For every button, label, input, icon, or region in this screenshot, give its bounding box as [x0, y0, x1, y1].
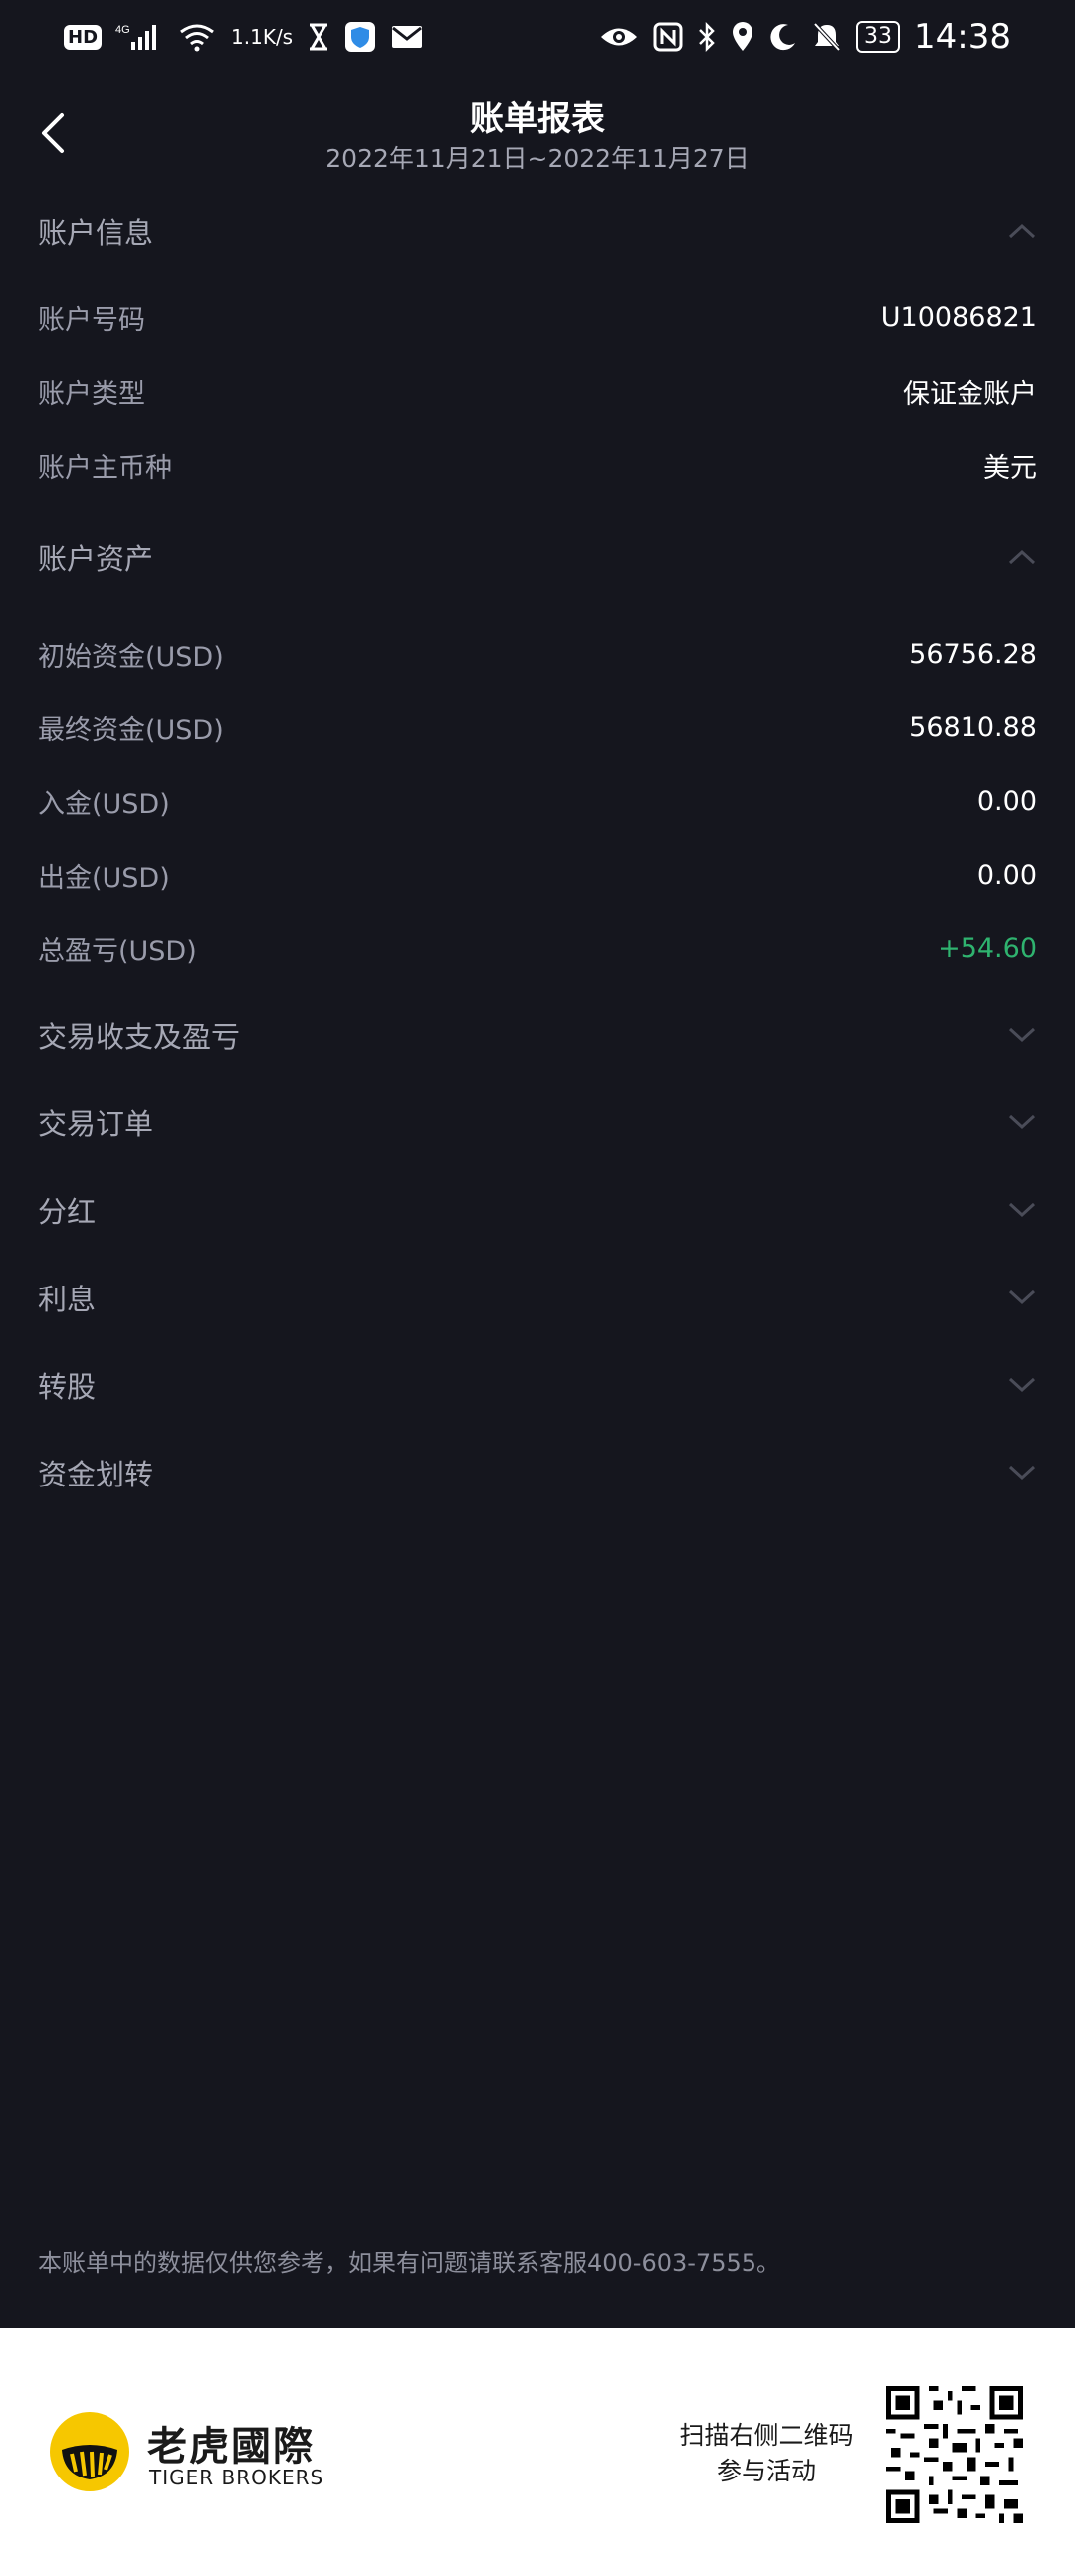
asset-row-opening-balance: 初始资金(USD) 56756.28: [0, 617, 1075, 691]
chevron-down-icon: [1008, 1377, 1036, 1393]
row-label: 账户号码: [38, 304, 145, 336]
chevron-down-icon: [1008, 1465, 1036, 1481]
report-content: 账户信息 账户号码 U10086821 账户类型 保证金账户 账户主币种 美元 …: [0, 181, 1075, 1516]
section-trade-orders[interactable]: 交易订单: [0, 1079, 1075, 1166]
status-time: 14:38: [914, 17, 1011, 57]
row-label: 入金(USD): [38, 788, 170, 820]
chevron-down-icon: [1008, 1027, 1036, 1043]
chevron-up-icon: [1008, 549, 1036, 565]
row-value: 0.00: [976, 859, 1037, 891]
scan-line-2: 参与活动: [716, 2457, 816, 2485]
tiger-logo-icon: [50, 2412, 129, 2491]
section-title: 账户信息: [38, 216, 154, 250]
chevron-up-icon: [1008, 223, 1036, 239]
row-value: U10086821: [880, 301, 1037, 333]
qr-code-icon: [886, 2386, 1023, 2523]
section-title: 交易收支及盈亏: [38, 1020, 241, 1054]
info-row-account-number: 账户号码 U10086821: [0, 281, 1075, 354]
section-dividends[interactable]: 分红: [0, 1166, 1075, 1254]
location-icon: [731, 21, 754, 53]
bluetooth-icon: [697, 21, 717, 53]
mute-icon: [812, 21, 842, 53]
row-value: 56756.28: [909, 638, 1037, 670]
nfc-icon: [653, 22, 683, 52]
row-value: 保证金账户: [903, 378, 1037, 410]
row-label: 账户类型: [38, 378, 145, 410]
moon-icon: [768, 22, 798, 52]
chevron-down-icon: [1008, 1289, 1036, 1305]
asset-row-total-pnl: 总盈亏(USD) +54.60: [0, 911, 1075, 985]
row-value: 0.00: [976, 785, 1037, 817]
account-info-rows: 账户号码 U10086821 账户类型 保证金账户 账户主币种 美元: [0, 281, 1075, 507]
section-account-assets[interactable]: 账户资产: [0, 507, 1075, 607]
wifi-icon: [177, 22, 217, 52]
section-interest[interactable]: 利息: [0, 1254, 1075, 1341]
chevron-down-icon: [1008, 1202, 1036, 1218]
scan-line-1: 扫描右侧二维码: [679, 2421, 854, 2450]
eye-icon: [599, 24, 639, 50]
section-fund-transfer[interactable]: 资金划转: [0, 1429, 1075, 1516]
row-value: 56810.88: [909, 711, 1037, 743]
asset-row-deposit: 入金(USD) 0.00: [0, 764, 1075, 838]
row-label: 最终资金(USD): [38, 714, 224, 746]
section-title: 利息: [38, 1283, 97, 1316]
chevron-down-icon: [1008, 1114, 1036, 1130]
section-account-info[interactable]: 账户信息: [0, 181, 1075, 281]
section-title: 账户资产: [38, 542, 154, 576]
row-label: 初始资金(USD): [38, 641, 224, 673]
section-share-transfer[interactable]: 转股: [0, 1341, 1075, 1429]
asset-row-withdrawal: 出金(USD) 0.00: [0, 838, 1075, 911]
section-trade-pnl[interactable]: 交易收支及盈亏: [0, 991, 1075, 1079]
row-label: 出金(USD): [38, 862, 170, 893]
section-title: 转股: [38, 1370, 97, 1404]
mail-icon: [390, 24, 424, 50]
net-type-label: 4G: [115, 24, 130, 36]
section-title: 分红: [38, 1195, 97, 1229]
battery-icon: 33: [856, 21, 901, 53]
brand-name-en: TIGER BROKERS: [149, 2466, 324, 2489]
net-speed-unit: K/s: [262, 25, 294, 49]
net-speed: 1.1 K/s: [231, 26, 293, 48]
pnl-value: +54.60: [938, 932, 1037, 964]
promo-footer: 老虎國際 TIGER BROKERS 扫描右侧二维码 参与活动: [0, 2328, 1075, 2576]
info-row-account-type: 账户类型 保证金账户: [0, 354, 1075, 428]
asset-row-closing-balance: 最终资金(USD) 56810.88: [0, 691, 1075, 764]
date-range: 2022年11月21日~2022年11月27日: [325, 144, 750, 173]
info-row-base-currency: 账户主币种 美元: [0, 428, 1075, 501]
hourglass-icon: [307, 22, 330, 52]
page-title: 账单报表: [470, 99, 605, 139]
section-title: 资金划转: [38, 1458, 154, 1491]
row-label: 总盈亏(USD): [38, 935, 197, 967]
row-value: 美元: [983, 452, 1037, 484]
disclaimer-text: 本账单中的数据仅供您参考，如果有问题请联系客服400-603-7555。: [38, 2249, 781, 2277]
status-bar: HD 4G 1.1 K/s 33 14:38: [0, 0, 1075, 74]
scan-prompt: 扫描右侧二维码 参与活动: [637, 2418, 896, 2489]
hd-icon: HD: [64, 24, 103, 50]
page-header: 账单报表 2022年11月21日~2022年11月27日: [0, 86, 1075, 181]
section-title: 交易订单: [38, 1107, 154, 1141]
net-speed-value: 1.1: [231, 25, 263, 49]
account-assets-rows: 初始资金(USD) 56756.28 最终资金(USD) 56810.88 入金…: [0, 607, 1075, 991]
row-label: 账户主币种: [38, 452, 172, 484]
signal-icon: 4G: [115, 22, 163, 52]
brand-name-cn: 老虎國際: [147, 2424, 315, 2470]
shield-icon: [344, 21, 376, 53]
